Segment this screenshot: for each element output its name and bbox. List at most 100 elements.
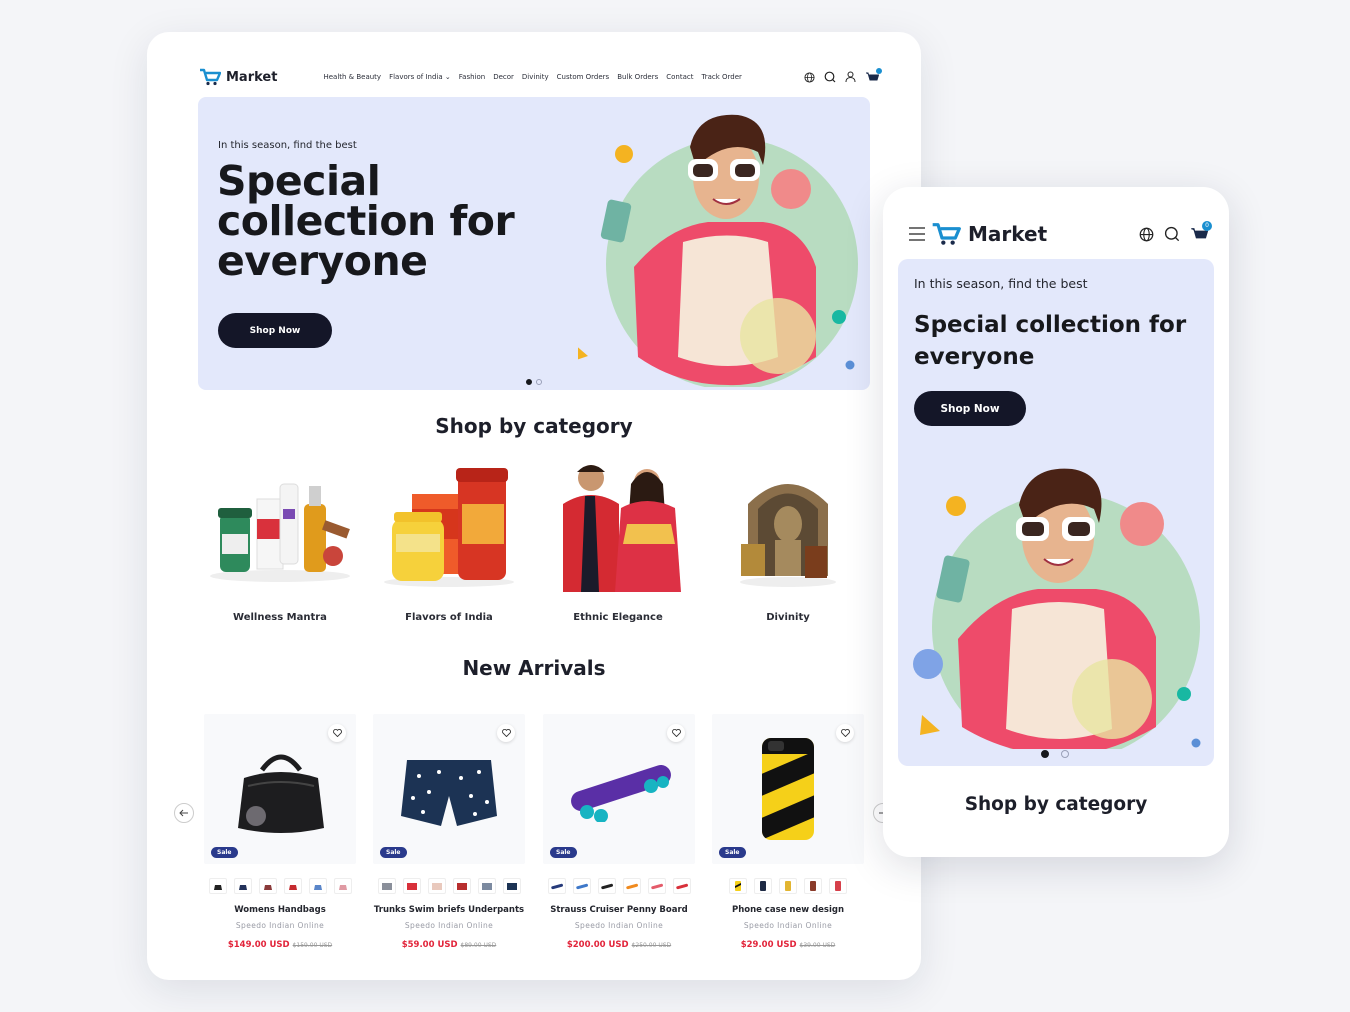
- swatch-navy[interactable]: [502, 878, 521, 894]
- new-arrivals-title: New Arrivals: [462, 656, 606, 680]
- swatch-gold[interactable]: [779, 878, 797, 894]
- product-card[interactable]: Sale Womens Handbags Speedo Indian Onlin…: [204, 714, 356, 950]
- hamburger-menu-icon[interactable]: [908, 227, 926, 241]
- globe-icon[interactable]: [804, 71, 815, 83]
- brand-name: Market: [226, 69, 278, 85]
- cart-count-badge: 0: [1202, 220, 1212, 231]
- menu-item-health-beauty[interactable]: Health & Beauty: [323, 73, 381, 81]
- color-swatches: [373, 878, 525, 894]
- category-section-title: Shop by category: [435, 414, 633, 438]
- swatch-maroon[interactable]: [452, 878, 471, 894]
- product-price: $29.00 USD $39.00 USD: [712, 940, 864, 950]
- swatch-yellow[interactable]: [729, 878, 747, 894]
- swatch-navy[interactable]: [547, 878, 566, 894]
- hero-eyebrow: In this season, find the best: [218, 140, 357, 151]
- swatch-blue[interactable]: [572, 878, 591, 894]
- category-label: Flavors of India: [405, 612, 493, 623]
- slide-dot-active[interactable]: [526, 379, 532, 385]
- menu-item-track-order[interactable]: Track Order: [701, 73, 741, 81]
- swatch-black[interactable]: [208, 878, 227, 894]
- menu-item-flavors-of-india[interactable]: Flavors of India ⌄: [389, 73, 451, 81]
- price-current: $29.00 USD: [740, 940, 797, 950]
- cart-logo-icon: [930, 222, 962, 246]
- menu-item-custom-orders[interactable]: Custom Orders: [557, 73, 610, 81]
- swim-trunks-image: [401, 760, 497, 826]
- swatch-red[interactable]: [402, 878, 421, 894]
- swatch-white[interactable]: [647, 878, 666, 894]
- menu-item-decor[interactable]: Decor: [493, 73, 514, 81]
- menu-item-bulk-orders[interactable]: Bulk Orders: [617, 73, 658, 81]
- header-nav: Market Health & Beauty Flavors of India …: [199, 66, 882, 88]
- menu-item-fashion[interactable]: Fashion: [459, 73, 485, 81]
- swatch-navy[interactable]: [233, 878, 252, 894]
- heart-icon[interactable]: [667, 724, 685, 742]
- menu-item-label: Flavors of India: [389, 73, 443, 81]
- carousel-prev-arrow[interactable]: [174, 803, 194, 823]
- category-label: Wellness Mantra: [233, 612, 327, 623]
- swatch-brown[interactable]: [258, 878, 277, 894]
- product-card[interactable]: Sale Phone case new design Speedo Indian…: [712, 714, 864, 950]
- swatch-grey[interactable]: [377, 878, 396, 894]
- menu-item-divinity[interactable]: Divinity: [522, 73, 549, 81]
- globe-icon[interactable]: [1139, 227, 1154, 242]
- product-name[interactable]: Strauss Cruiser Penny Board: [543, 905, 695, 915]
- menu-item-contact[interactable]: Contact: [666, 73, 693, 81]
- heart-icon[interactable]: [328, 724, 346, 742]
- search-icon[interactable]: [824, 71, 836, 83]
- sale-badge: Sale: [719, 847, 746, 858]
- hero-slider-dots: [526, 379, 542, 385]
- product-image-box[interactable]: Sale: [543, 714, 695, 864]
- product-vendor: Speedo Indian Online: [574, 921, 664, 930]
- product-card[interactable]: Sale Trunks Swim briefs Underpants Speed…: [373, 714, 525, 950]
- swatch-red[interactable]: [283, 878, 302, 894]
- logo[interactable]: Market: [199, 68, 277, 86]
- swatch-blue[interactable]: [308, 878, 327, 894]
- product-card[interactable]: Sale Strauss Cruiser Penny Board Speedo …: [543, 714, 695, 950]
- product-image-box[interactable]: Sale: [204, 714, 356, 864]
- shop-now-button[interactable]: Shop Now: [914, 391, 1026, 426]
- swatch-brown[interactable]: [804, 878, 822, 894]
- product-name[interactable]: Phone case new design: [712, 905, 864, 915]
- slide-dot[interactable]: [1061, 750, 1069, 758]
- swatch-navy[interactable]: [754, 878, 772, 894]
- swatch-pink[interactable]: [333, 878, 352, 894]
- chevron-down-icon: ⌄: [444, 73, 451, 81]
- sale-badge: Sale: [211, 847, 238, 858]
- swatch-black[interactable]: [597, 878, 616, 894]
- ethnic-elegance-image: [563, 465, 681, 592]
- swatch-beige[interactable]: [427, 878, 446, 894]
- slide-dot-active[interactable]: [1041, 750, 1049, 758]
- product-name[interactable]: Womens Handbags: [204, 905, 356, 915]
- category-card[interactable]: Ethnic Elegance: [543, 464, 693, 623]
- penny-board-image: [571, 765, 671, 822]
- swatch-red[interactable]: [829, 878, 847, 894]
- brand-name[interactable]: Market: [968, 222, 1047, 246]
- product-image-box[interactable]: Sale: [712, 714, 864, 864]
- swatch-slate[interactable]: [477, 878, 496, 894]
- price-current: $200.00 USD: [566, 940, 629, 950]
- product-image-box[interactable]: Sale: [373, 714, 525, 864]
- desktop-preview: Market Health & Beauty Flavors of India …: [147, 32, 921, 980]
- heart-icon[interactable]: [497, 724, 515, 742]
- hero-model-image: [913, 468, 1201, 749]
- category-label: Divinity: [766, 612, 810, 623]
- user-icon[interactable]: [845, 71, 856, 83]
- price-compare: $89.00 USD: [460, 942, 497, 949]
- category-card[interactable]: Flavors of India: [374, 464, 524, 623]
- price-compare: $250.00 USD: [631, 942, 672, 949]
- flavors-of-india-image: [384, 468, 514, 587]
- heart-icon[interactable]: [836, 724, 854, 742]
- cart-icon[interactable]: 0: [1190, 220, 1212, 243]
- price-current: $149.00 USD: [227, 940, 290, 950]
- cart-icon[interactable]: [865, 67, 882, 84]
- search-icon[interactable]: [1164, 226, 1180, 242]
- slide-dot[interactable]: [536, 379, 542, 385]
- category-card[interactable]: Divinity: [713, 464, 863, 623]
- sale-badge: Sale: [550, 847, 577, 858]
- product-vendor: Speedo Indian Online: [404, 921, 494, 930]
- category-card[interactable]: Wellness Mantra: [205, 464, 355, 623]
- swatch-orange[interactable]: [622, 878, 641, 894]
- swatch-red[interactable]: [672, 878, 691, 894]
- shop-now-button[interactable]: Shop Now: [218, 313, 332, 348]
- product-name[interactable]: Trunks Swim briefs Underpants: [373, 905, 525, 915]
